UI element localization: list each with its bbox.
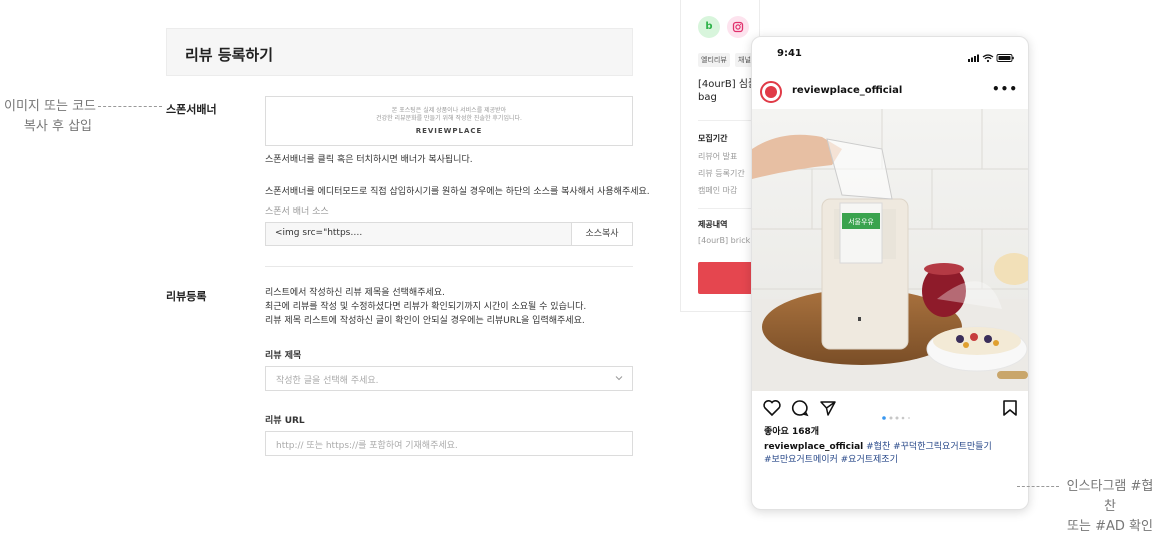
annotation-left-line1: 이미지 또는 코드 — [4, 99, 96, 114]
review-url-input[interactable]: http:// 또는 https://를 포함하여 기재해주세요. — [265, 431, 633, 456]
carousel-dots — [882, 405, 916, 424]
sponsor-banner[interactable]: 본 포스팅은 실제 상품이나 서비스를 제공받아 건강한 리뷰문화를 만들기 위… — [265, 96, 633, 146]
status-time: 9:41 — [777, 48, 802, 59]
heart-icon[interactable] — [762, 399, 782, 417]
bookmark-icon[interactable] — [1002, 399, 1018, 417]
wifi-icon — [982, 54, 994, 63]
instagram-glyph — [732, 21, 744, 33]
copy-source-button[interactable]: 소스복사 — [571, 223, 632, 245]
caption-hashtags-1[interactable]: #협찬 #꾸덕한그릭요거트만들기 — [866, 442, 992, 452]
channel-chip-1: 옐티리뷰 — [698, 53, 730, 67]
review-help-3: 리뷰 제목 리스트에 작성하신 글이 확인이 안되실 경우에는 리뷰URL을 입… — [265, 316, 585, 326]
banner-source-label: 스폰서 배너 소스 — [265, 207, 329, 217]
post-action-bar — [752, 397, 1028, 421]
review-title-label: 리뷰 제목 — [265, 351, 302, 361]
product-title-2: bag — [698, 92, 717, 103]
caption-hashtags-2[interactable]: #보만요거트메이커 #요거트제조기 — [764, 455, 898, 465]
more-icon[interactable]: ••• — [992, 82, 1018, 96]
review-title-select[interactable]: 작성한 글을 선택해 주세요. — [265, 366, 633, 391]
product-title-1: [4ourB] 심플 — [698, 79, 758, 90]
instagram-phone-mockup: 9:41 reviewplace_official ••• 서울우유 좋아요 1… — [751, 36, 1029, 510]
campaign-end: 캠페인 마감 — [698, 186, 738, 195]
post-username[interactable]: reviewplace_official — [792, 85, 902, 96]
caption-username[interactable]: reviewplace_official — [764, 442, 863, 452]
banner-source-value[interactable]: <img src="https…. — [275, 228, 362, 238]
banner-text-line1: 본 포스팅은 실제 상품이나 서비스를 제공받아 — [391, 107, 507, 114]
annotation-left-line2: 복사 후 삽입 — [23, 119, 92, 134]
comment-icon[interactable] — [791, 399, 809, 417]
review-help-2: 최근에 리뷰를 작성 및 수정하셨다면 리뷰가 확인되기까지 시간이 소요될 수… — [265, 302, 587, 312]
likes-count[interactable]: 좋아요 168개 — [764, 424, 819, 437]
signal-icon — [968, 54, 979, 62]
section-divider — [265, 266, 633, 267]
annotation-right-connector — [1017, 486, 1059, 487]
banner-text-line2: 건강한 리뷰문화를 만들기 위해 작성한 진솔한 후기입니다. — [376, 115, 522, 122]
annotation-right-line1: 인스타그램 #협찬 — [1066, 479, 1154, 514]
carton-label: 서울우유 — [848, 217, 874, 226]
review-register-label: 리뷰등록 — [166, 290, 207, 303]
share-icon[interactable] — [819, 399, 837, 417]
panel-divider-1 — [698, 120, 758, 121]
instagram-icon[interactable] — [727, 16, 749, 38]
recruit-period-title: 모집기간 — [698, 134, 728, 143]
annotation-right-line2: 또는 #AD 확인 — [1067, 519, 1153, 534]
annotation-left: 이미지 또는 코드 복사 후 삽입 — [0, 97, 96, 137]
provide-title: 제공내역 — [698, 220, 728, 229]
banner-editor-help: 스폰서배너를 에디터모드로 직접 삽입하시기를 원하실 경우에는 하단의 소스를… — [265, 187, 650, 197]
review-help-1: 리스트에서 작성하신 리뷰 제목을 선택해주세요. — [265, 288, 445, 298]
chevron-down-icon — [615, 376, 623, 381]
annotation-right: 인스타그램 #협찬 또는 #AD 확인 — [1062, 477, 1158, 537]
page-title: 리뷰 등록하기 — [185, 46, 274, 64]
review-register-period: 리뷰 등록기간 — [698, 169, 745, 178]
post-caption: reviewplace_official #협찬 #꾸덕한그릭요거트만들기 #보… — [764, 441, 1020, 467]
review-title-placeholder: 작성한 글을 선택해 주세요. — [276, 376, 379, 386]
sponsor-banner-label: 스폰서배너 — [166, 103, 217, 116]
avatar[interactable] — [760, 81, 782, 103]
reviewer-announce: 리뷰어 발표 — [698, 152, 738, 161]
review-url-placeholder: http:// 또는 https://를 포함하여 기재해주세요. — [276, 441, 458, 451]
banner-click-help: 스폰서배너를 클릭 혹은 터치하시면 배너가 복사됩니다. — [265, 155, 473, 165]
panel-divider-2 — [698, 208, 758, 209]
review-url-label: 리뷰 URL — [265, 416, 305, 426]
status-icons — [968, 48, 1016, 67]
avatar-logo — [765, 86, 777, 98]
provide-value: [4ourB] brick — [698, 236, 751, 245]
blog-icon[interactable]: b — [698, 16, 720, 38]
battery-icon — [996, 54, 1014, 62]
post-photo: 서울우유 — [752, 109, 1028, 391]
annotation-left-connector — [98, 106, 162, 107]
banner-source-field: <img src="https…. 소스복사 — [265, 222, 633, 246]
banner-logo: REVIEWPLACE — [415, 127, 483, 135]
